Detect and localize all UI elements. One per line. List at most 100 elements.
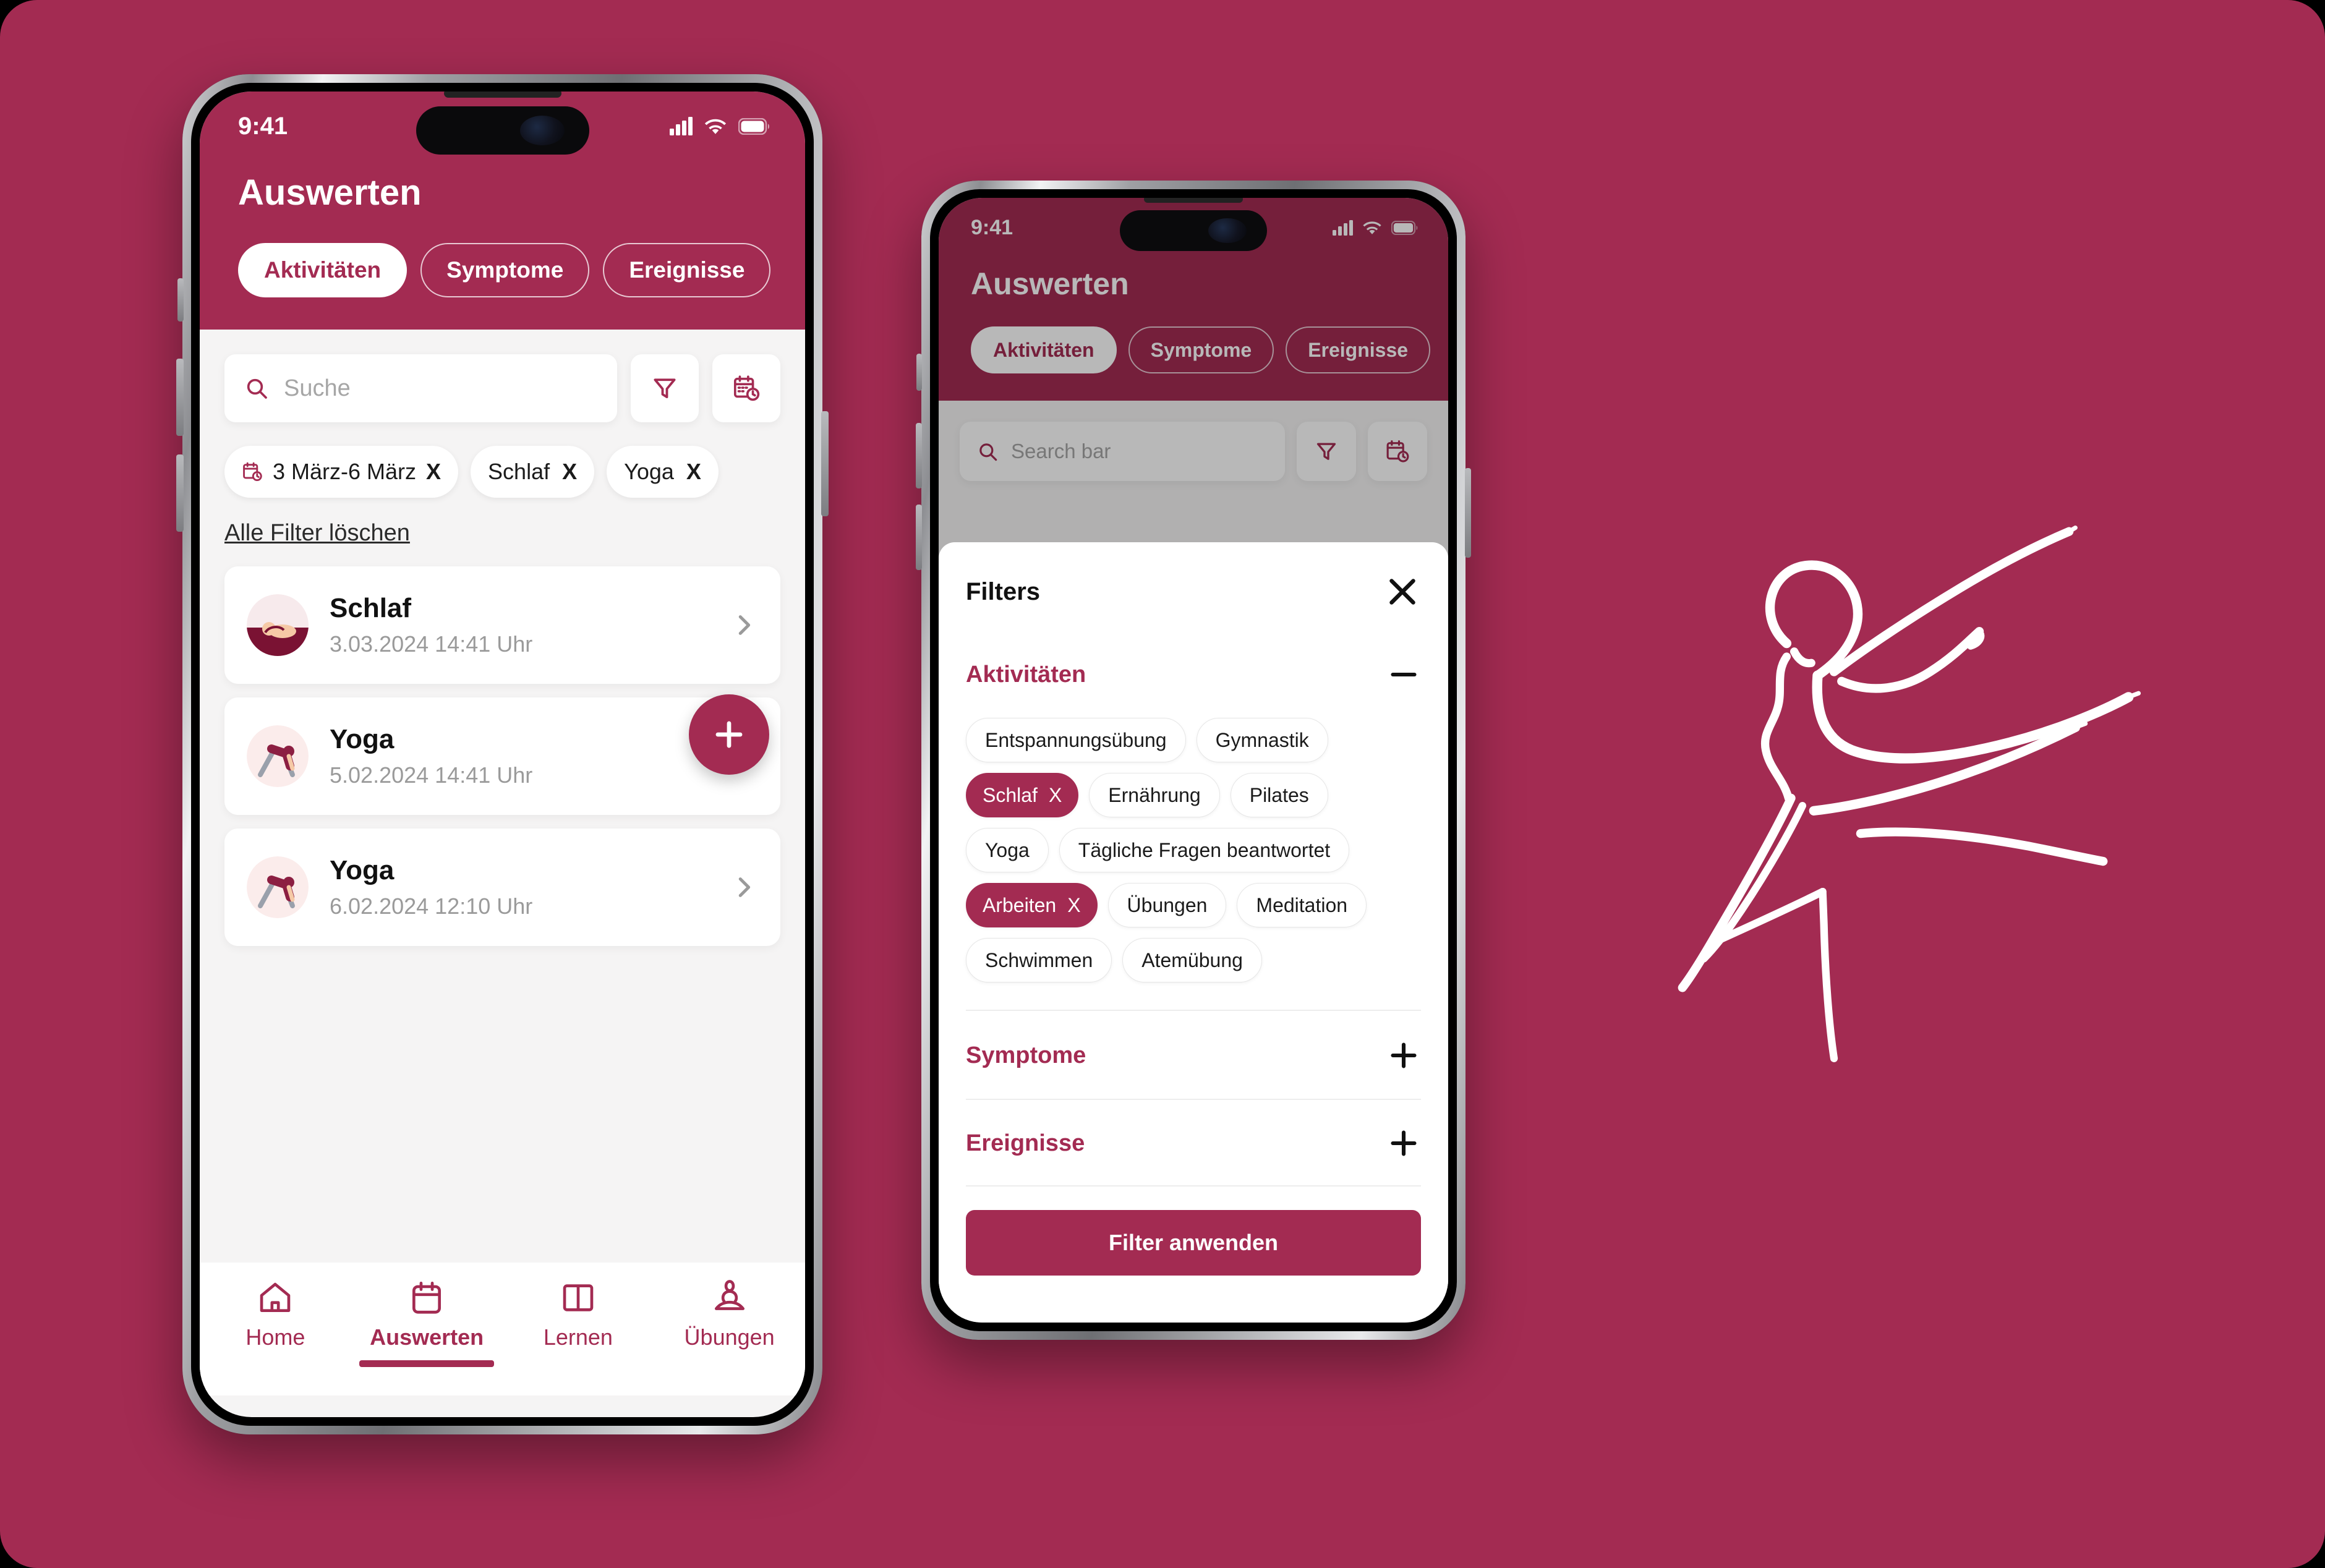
section-header-aktivitaeten[interactable]: Aktivitäten [966,657,1421,692]
nav-item-label: Übungen [684,1324,775,1350]
power-button[interactable] [1465,468,1471,558]
calendar-clock-icon [733,375,760,401]
chip-remove-icon[interactable]: X [562,459,577,485]
phone1-active-filter-chips: 3 März-6 März X Schlaf X Yoga X [224,446,780,498]
filter-button[interactable] [631,354,699,422]
avatar [247,594,309,656]
volume-down-button[interactable] [916,505,922,570]
phone1-screen: 9:41 Auswerten Aktivitäten Symptome Erei… [200,92,805,1417]
chip-yoga[interactable]: Yoga [966,828,1049,872]
chip-remove-icon[interactable]: X [426,459,441,485]
chip-label: Schwimmen [985,948,1093,971]
filter-chip-schlaf[interactable]: Schlaf X [471,446,595,498]
avatar [247,856,309,918]
filter-funnel-icon [654,378,676,399]
nav-item-auswerten[interactable]: Auswerten [351,1279,503,1395]
tab-ereignisse[interactable]: Ereignisse [603,243,771,297]
chip-ernaehrung[interactable]: Ernährung [1089,773,1220,817]
chip-uebungen[interactable]: Übungen [1107,883,1227,927]
add-entry-fab[interactable] [689,694,769,775]
search-icon [247,378,267,399]
silent-switch[interactable] [916,354,922,391]
phone-bezel: 9:41 Auswerten Aktivitäten Symptome Erei… [191,83,814,1426]
plus-icon[interactable] [1386,1126,1421,1161]
section-title: Symptome [966,1042,1086,1068]
list-item-subtitle: 5.02.2024 14:41 Uhr [330,762,533,788]
book-open-icon [563,1284,594,1311]
chip-schlaf[interactable]: Schlaf X [966,773,1079,817]
list-item[interactable]: Schlaf 3.03.2024 14:41 Uhr [224,566,780,684]
list-item[interactable]: Yoga 6.02.2024 12:10 Uhr [224,829,780,946]
date-range-button[interactable] [712,354,780,422]
list-item-text: Schlaf 3.03.2024 14:41 Uhr [330,593,532,657]
chip-label: Übungen [1127,893,1208,916]
list-item-subtitle: 6.02.2024 12:10 Uhr [330,893,533,919]
tab-symptome[interactable]: Symptome [420,243,590,297]
chip-entspannungsuebung[interactable]: Entspannungsübung [966,718,1186,762]
nav-item-label: Auswerten [370,1324,484,1350]
tab-label: Ereignisse [629,257,745,283]
nav-item-uebungen[interactable]: Übungen [654,1279,805,1395]
tab-aktivitaeten[interactable]: Aktivitäten [238,243,407,297]
calendar-clock-icon [243,462,262,482]
brand-logo [1632,482,2152,1063]
home-icon [260,1282,291,1312]
cellular-bars-icon [670,117,693,135]
nav-item-label: Home [245,1324,305,1350]
minus-icon[interactable] [1386,657,1421,692]
tab-label: Symptome [446,257,564,283]
search-input[interactable]: Suche [224,354,617,422]
volume-down-button[interactable] [176,454,184,532]
phone-bezel: 9:41 Auswerten Aktivitäten Symptome Erei… [930,189,1457,1331]
chevron-right-icon[interactable] [730,611,758,639]
chip-label: Entspannungsübung [985,728,1167,751]
plus-icon[interactable] [1386,1038,1421,1073]
sheet-header: Filters [966,573,1421,610]
chip-label: Yoga [985,838,1030,861]
phone1-page-title: Auswerten [238,173,422,213]
chip-pilates[interactable]: Pilates [1230,773,1328,817]
chip-arbeiten[interactable]: Arbeiten X [966,883,1098,927]
list-item-text: Yoga 6.02.2024 12:10 Uhr [330,855,532,919]
section-divider [966,1099,1421,1100]
filters-bottom-sheet: Filters Aktivitäten Entspannungsübung Gy… [939,542,1448,1323]
phone1-search-row: Suche [224,354,780,422]
section-title: Aktivitäten [966,661,1086,688]
chip-atemuebung[interactable]: Atemübung [1122,938,1262,982]
filter-chip-yoga[interactable]: Yoga X [607,446,719,498]
volume-up-button[interactable] [916,423,922,488]
silent-switch[interactable] [177,278,184,322]
chip-label: Yoga [624,459,674,484]
apply-filters-button[interactable]: Filter anwenden [966,1210,1421,1276]
chip-label: Atemübung [1141,948,1243,971]
power-button[interactable] [821,411,829,516]
close-x-icon[interactable] [1384,573,1421,610]
phone-mockup-left: 9:41 Auswerten Aktivitäten Symptome Erei… [176,74,829,1434]
chevron-right-icon[interactable] [730,873,758,901]
clear-all-filters-link[interactable]: Alle Filter löschen [224,520,410,547]
phone1-bottom-nav: Home Auswerten Lernen Übungen [200,1263,805,1395]
section-header-ereignisse[interactable]: Ereignisse [966,1126,1421,1161]
search-placeholder: Suche [284,375,351,401]
chip-remove-icon[interactable]: X [1067,894,1080,917]
nav-item-home[interactable]: Home [200,1279,351,1395]
chip-remove-icon[interactable]: X [1049,784,1062,807]
chip-schwimmen[interactable]: Schwimmen [966,938,1112,982]
volume-up-button[interactable] [176,359,184,436]
phone2-screen: 9:41 Auswerten Aktivitäten Symptome Erei… [939,198,1448,1323]
status-icons [670,117,770,135]
calendar-icon [412,1281,442,1314]
nav-item-lernen[interactable]: Lernen [503,1279,654,1395]
section-header-symptome[interactable]: Symptome [966,1038,1421,1073]
section-divider [966,1185,1421,1187]
chip-remove-icon[interactable]: X [686,459,701,485]
chip-label: Arbeiten [983,893,1057,916]
chip-label: Schlaf [983,783,1038,806]
dynamic-island [1120,210,1267,251]
chip-meditation[interactable]: Meditation [1237,883,1367,927]
meditation-icon [714,1280,744,1310]
chip-taegliche-fragen-beantwortet[interactable]: Tägliche Fragen beantwortet [1059,828,1350,872]
dancing-figure-line-art-logo [1678,525,2141,1062]
chip-gymnastik[interactable]: Gymnastik [1196,718,1328,762]
filter-chip-daterange[interactable]: 3 März-6 März X [224,446,459,498]
